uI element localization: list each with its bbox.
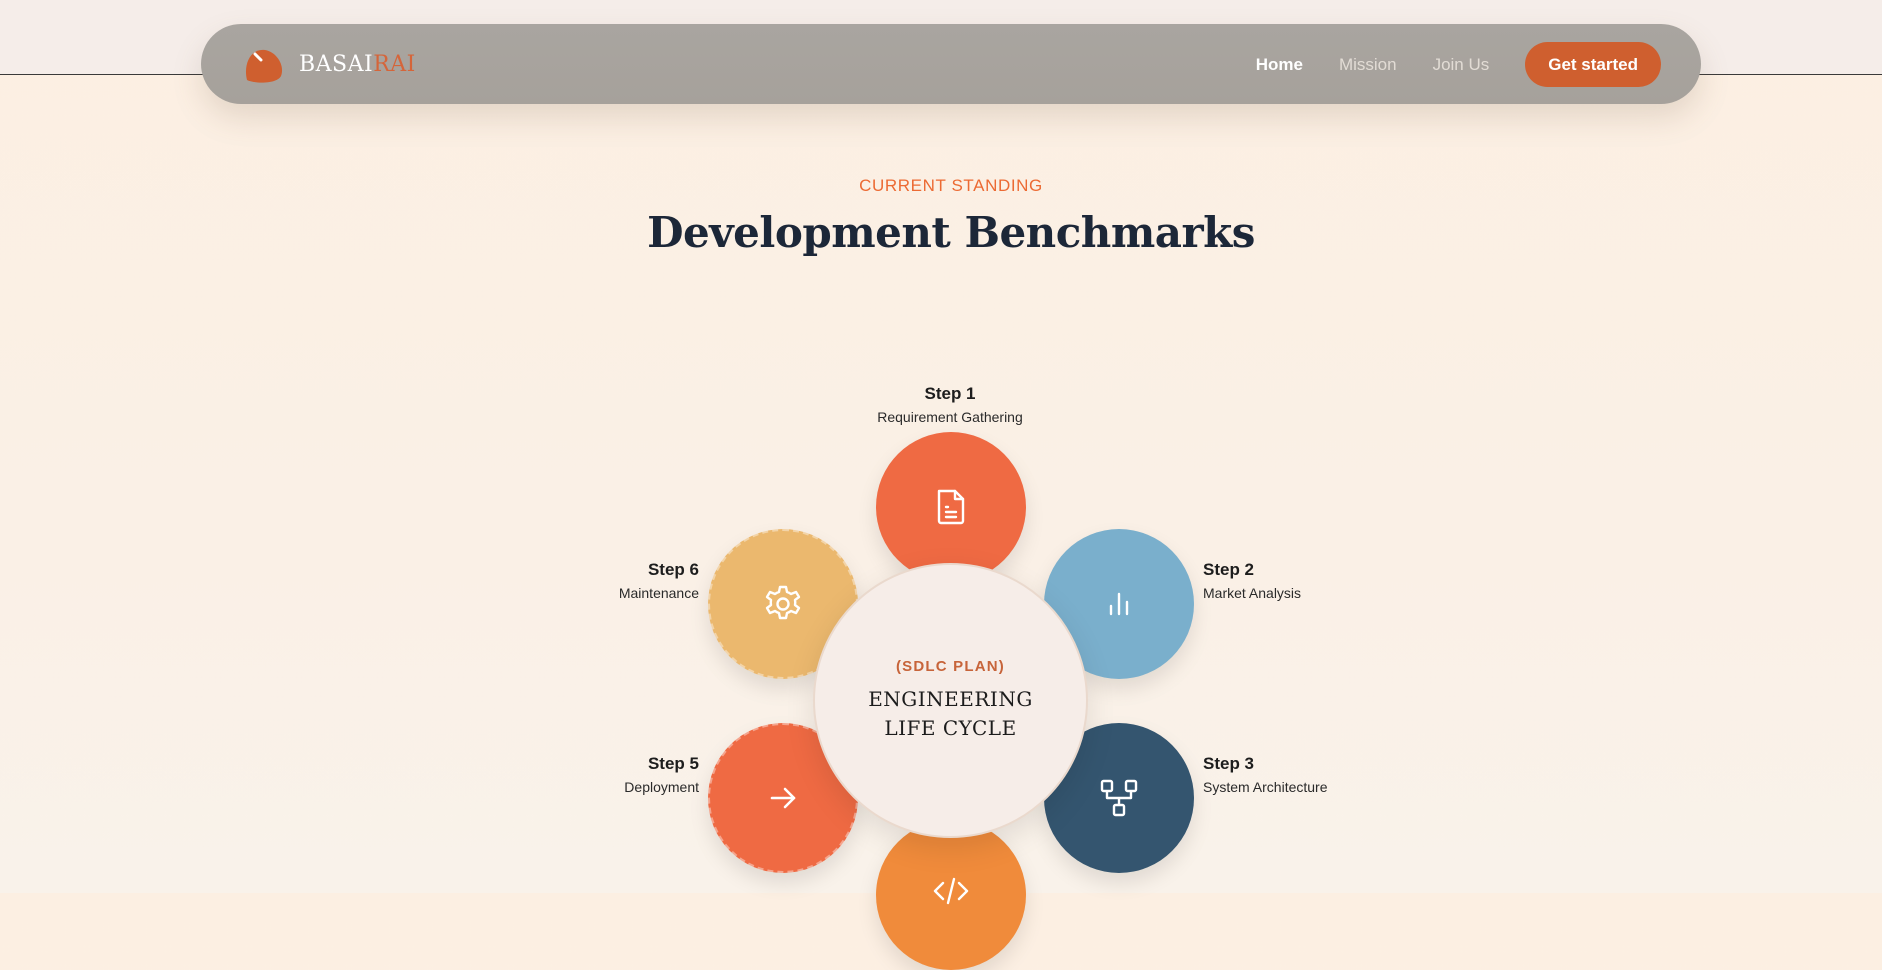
center-subtitle: (SDLC PLAN)	[895, 658, 1006, 675]
brand-name-part1: BASAI	[299, 51, 374, 77]
document-icon	[933, 487, 969, 527]
step-2-number: Step 2	[1203, 560, 1255, 579]
step-3-number: Step 3	[1203, 754, 1255, 773]
center-title-line1: ENGINEERING	[868, 687, 1033, 711]
nav-link-join-us[interactable]: Join Us	[1433, 55, 1490, 75]
step-6-description: Maintenance	[618, 585, 699, 601]
brand-name-part2: RAI	[373, 51, 416, 77]
brand-logo[interactable]: BASAIRAI	[241, 40, 416, 88]
nav-link-home[interactable]: Home	[1256, 55, 1303, 75]
section-eyebrow: CURRENT STANDING	[859, 176, 1043, 195]
center-title-line2: LIFE CYCLE	[884, 716, 1017, 740]
step-6-label: Step 6 Maintenance	[499, 559, 699, 605]
bar-chart-icon	[1103, 588, 1135, 620]
section-title: Development Benchmarks	[647, 208, 1255, 257]
step-6-number: Step 6	[647, 560, 699, 579]
step-5-label: Step 5 Deployment	[499, 753, 699, 799]
navbar: BASAIRAI Home Mission Join Us Get starte…	[201, 24, 1701, 104]
step-1-number: Step 1	[924, 384, 976, 403]
step-3-label: Step 3 System Architecture	[1203, 753, 1423, 799]
center-title: ENGINEERING LIFE CYCLE	[851, 685, 1051, 743]
step-5-number: Step 5	[647, 754, 699, 773]
architecture-icon	[1099, 778, 1139, 818]
step-2-description: Market Analysis	[1203, 585, 1302, 601]
nav-link-mission[interactable]: Mission	[1339, 55, 1397, 75]
lifecycle-center: (SDLC PLAN) ENGINEERING LIFE CYCLE	[813, 563, 1088, 838]
step-1-label: Step 1 Requirement Gathering	[830, 383, 1070, 429]
step-2-label: Step 2 Market Analysis	[1203, 559, 1403, 605]
get-started-button[interactable]: Get started	[1525, 42, 1661, 87]
brand-name: BASAIRAI	[299, 52, 416, 77]
logo-mark-icon	[241, 44, 287, 84]
step-5-description: Deployment	[624, 779, 699, 795]
step-3-description: System Architecture	[1203, 779, 1328, 795]
arrow-right-icon	[767, 782, 799, 814]
step-1-description: Requirement Gathering	[877, 409, 1023, 425]
step-4-circle[interactable]	[876, 820, 1026, 970]
code-icon	[931, 875, 971, 907]
gear-icon	[763, 584, 803, 624]
nav-links: Home Mission Join Us Get started	[1256, 42, 1661, 87]
step-1-circle[interactable]	[876, 432, 1026, 582]
